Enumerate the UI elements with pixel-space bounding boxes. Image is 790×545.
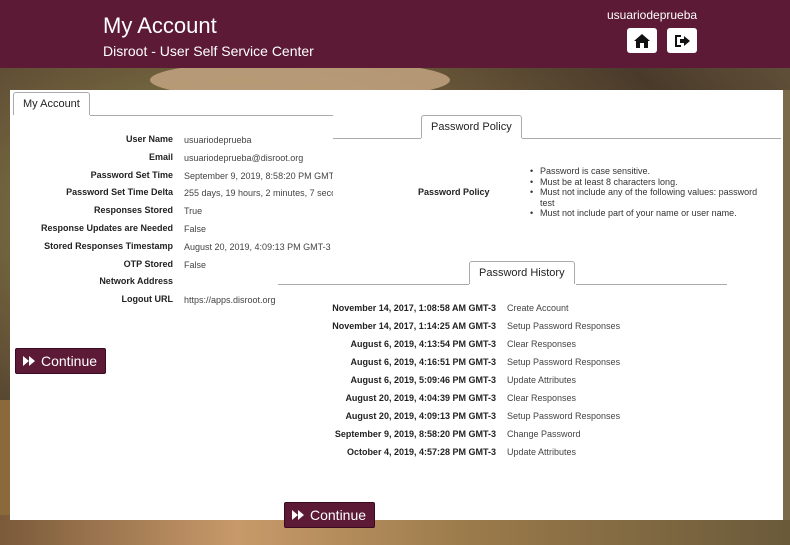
info-value: False <box>184 224 207 234</box>
info-value: usuariodeprueba@disroot.org <box>184 152 304 163</box>
history-date: August 6, 2019, 4:16:51 PM GMT-3 <box>350 357 496 367</box>
history-action: Clear Responses <box>507 339 577 349</box>
fast-forward-icon <box>292 510 304 520</box>
page-title: My Account <box>103 13 217 38</box>
info-value: September 9, 2019, 8:58:20 PM GMT-3 <box>184 170 333 181</box>
info-label-text: Email <box>148 151 173 162</box>
username-label: usuariodeprueba <box>607 8 698 22</box>
info-label: Password Set Time <box>10 168 173 182</box>
policy-rule: Must not include part of your name or us… <box>530 208 770 219</box>
info-label: Responses Stored <box>10 203 173 217</box>
info-label: Stored Responses Timestamp <box>10 239 173 253</box>
tab-password-policy[interactable]: Password Policy <box>421 115 522 138</box>
page-subtitle: Disroot - User Self Service Center <box>103 43 314 59</box>
info-label-text: Network Address <box>99 276 173 287</box>
history-date: November 14, 2017, 1:08:58 AM GMT-3 <box>332 303 496 313</box>
tab-divider <box>522 138 781 139</box>
history-date: November 14, 2017, 1:14:25 AM GMT-3 <box>332 321 496 331</box>
home-icon <box>634 33 650 48</box>
history-date: August 6, 2019, 4:13:54 PM GMT-3 <box>350 339 496 349</box>
history-date: August 20, 2019, 4:09:13 PM GMT-3 <box>345 411 496 421</box>
info-label: OTP Stored <box>10 257 173 271</box>
tab-divider <box>333 138 421 139</box>
info-label-text: Stored Responses Timestamp <box>44 240 173 251</box>
info-label-text: Password Set Time <box>90 169 173 180</box>
history-action: Setup Password Responses <box>507 321 621 331</box>
tab-divider <box>278 284 469 285</box>
history-action: Update Attributes <box>507 375 577 385</box>
info-label: Network Address <box>10 274 173 288</box>
history-date: August 6, 2019, 5:09:46 PM GMT-3 <box>350 375 496 385</box>
password-policy-list: Password is case sensitive. Must be at l… <box>530 166 770 219</box>
info-label-text: OTP Stored <box>123 258 173 269</box>
logout-icon <box>675 34 690 47</box>
history-date: August 20, 2019, 4:04:39 PM GMT-3 <box>345 393 496 403</box>
policy-rule: Must not include any of the following va… <box>530 187 770 208</box>
policy-rule: Must be at least 8 characters long. <box>530 177 770 188</box>
fast-forward-icon <box>23 356 35 366</box>
info-value: August 20, 2019, 4:09:13 PM GMT-3 <box>184 241 331 252</box>
continue-button[interactable]: Continue <box>284 502 376 528</box>
history-action: Setup Password Responses <box>507 357 621 367</box>
info-label: User Name <box>10 132 173 146</box>
continue-button[interactable]: Continue <box>15 348 107 374</box>
info-value: usuariodeprueba <box>184 135 252 145</box>
history-action: Change Password <box>507 429 581 439</box>
info-value: True <box>184 206 203 217</box>
page-header: My Account Disroot - User Self Service C… <box>0 0 790 68</box>
info-label-text: Responses Stored <box>93 205 173 216</box>
history-action: Create Account <box>507 303 569 313</box>
password-policy-label: Password Policy <box>418 187 490 197</box>
info-label: Email <box>10 150 173 164</box>
history-date: September 9, 2019, 8:58:20 PM GMT-3 <box>334 429 496 439</box>
logout-button[interactable] <box>667 28 697 53</box>
info-label-text: User Name <box>125 134 173 144</box>
policy-rule: Password is case sensitive. <box>530 166 770 177</box>
info-label-text: Logout URL <box>121 294 173 305</box>
info-label: Logout URL <box>10 292 173 306</box>
tab-password-history[interactable]: Password History <box>469 261 575 284</box>
info-label-text: Response Updates are Needed <box>40 223 173 233</box>
info-label: Response Updates are Needed <box>10 221 173 235</box>
history-date: October 4, 2019, 4:57:28 PM GMT-3 <box>346 447 496 457</box>
continue-label: Continue <box>41 353 98 369</box>
info-label-text: Password Set Time Delta <box>66 187 173 198</box>
tab-my-account[interactable]: My Account <box>13 92 90 115</box>
history-action: Update Attributes <box>507 447 577 457</box>
tab-divider <box>90 115 333 116</box>
tab-divider <box>576 284 727 285</box>
info-label: Password Set Time Delta <box>10 185 173 199</box>
info-value: 255 days, 19 hours, 2 minutes, 7 seconds <box>184 188 333 199</box>
history-action: Setup Password Responses <box>507 411 621 421</box>
info-value: False <box>184 259 207 270</box>
continue-label: Continue <box>310 507 367 523</box>
history-action: Clear Responses <box>507 393 577 403</box>
home-button[interactable] <box>627 28 657 53</box>
